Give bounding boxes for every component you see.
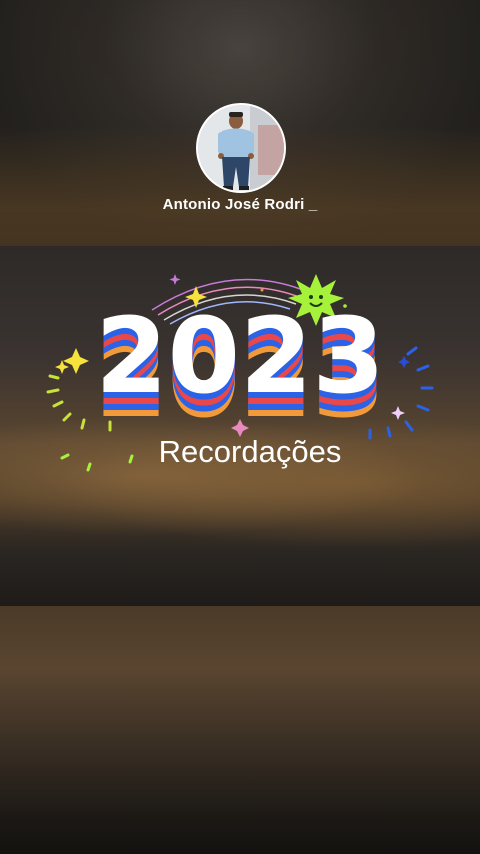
recap-subtitle: Recordações [159,434,342,469]
username[interactable]: Antonio José Rodri _ [0,196,480,213]
year-title: 2023 2023 2023 2023 2023 [95,295,384,441]
recap-artwork: 2023 2023 2023 2023 2023 Recordações [46,274,434,472]
background-bottom [0,606,480,854]
avatar[interactable] [196,103,286,193]
story-screen: Antonio José Rodri _ 2023 2023 2023 2023… [0,0,480,854]
person-photo [198,105,284,191]
year-text: 2023 [95,295,384,417]
